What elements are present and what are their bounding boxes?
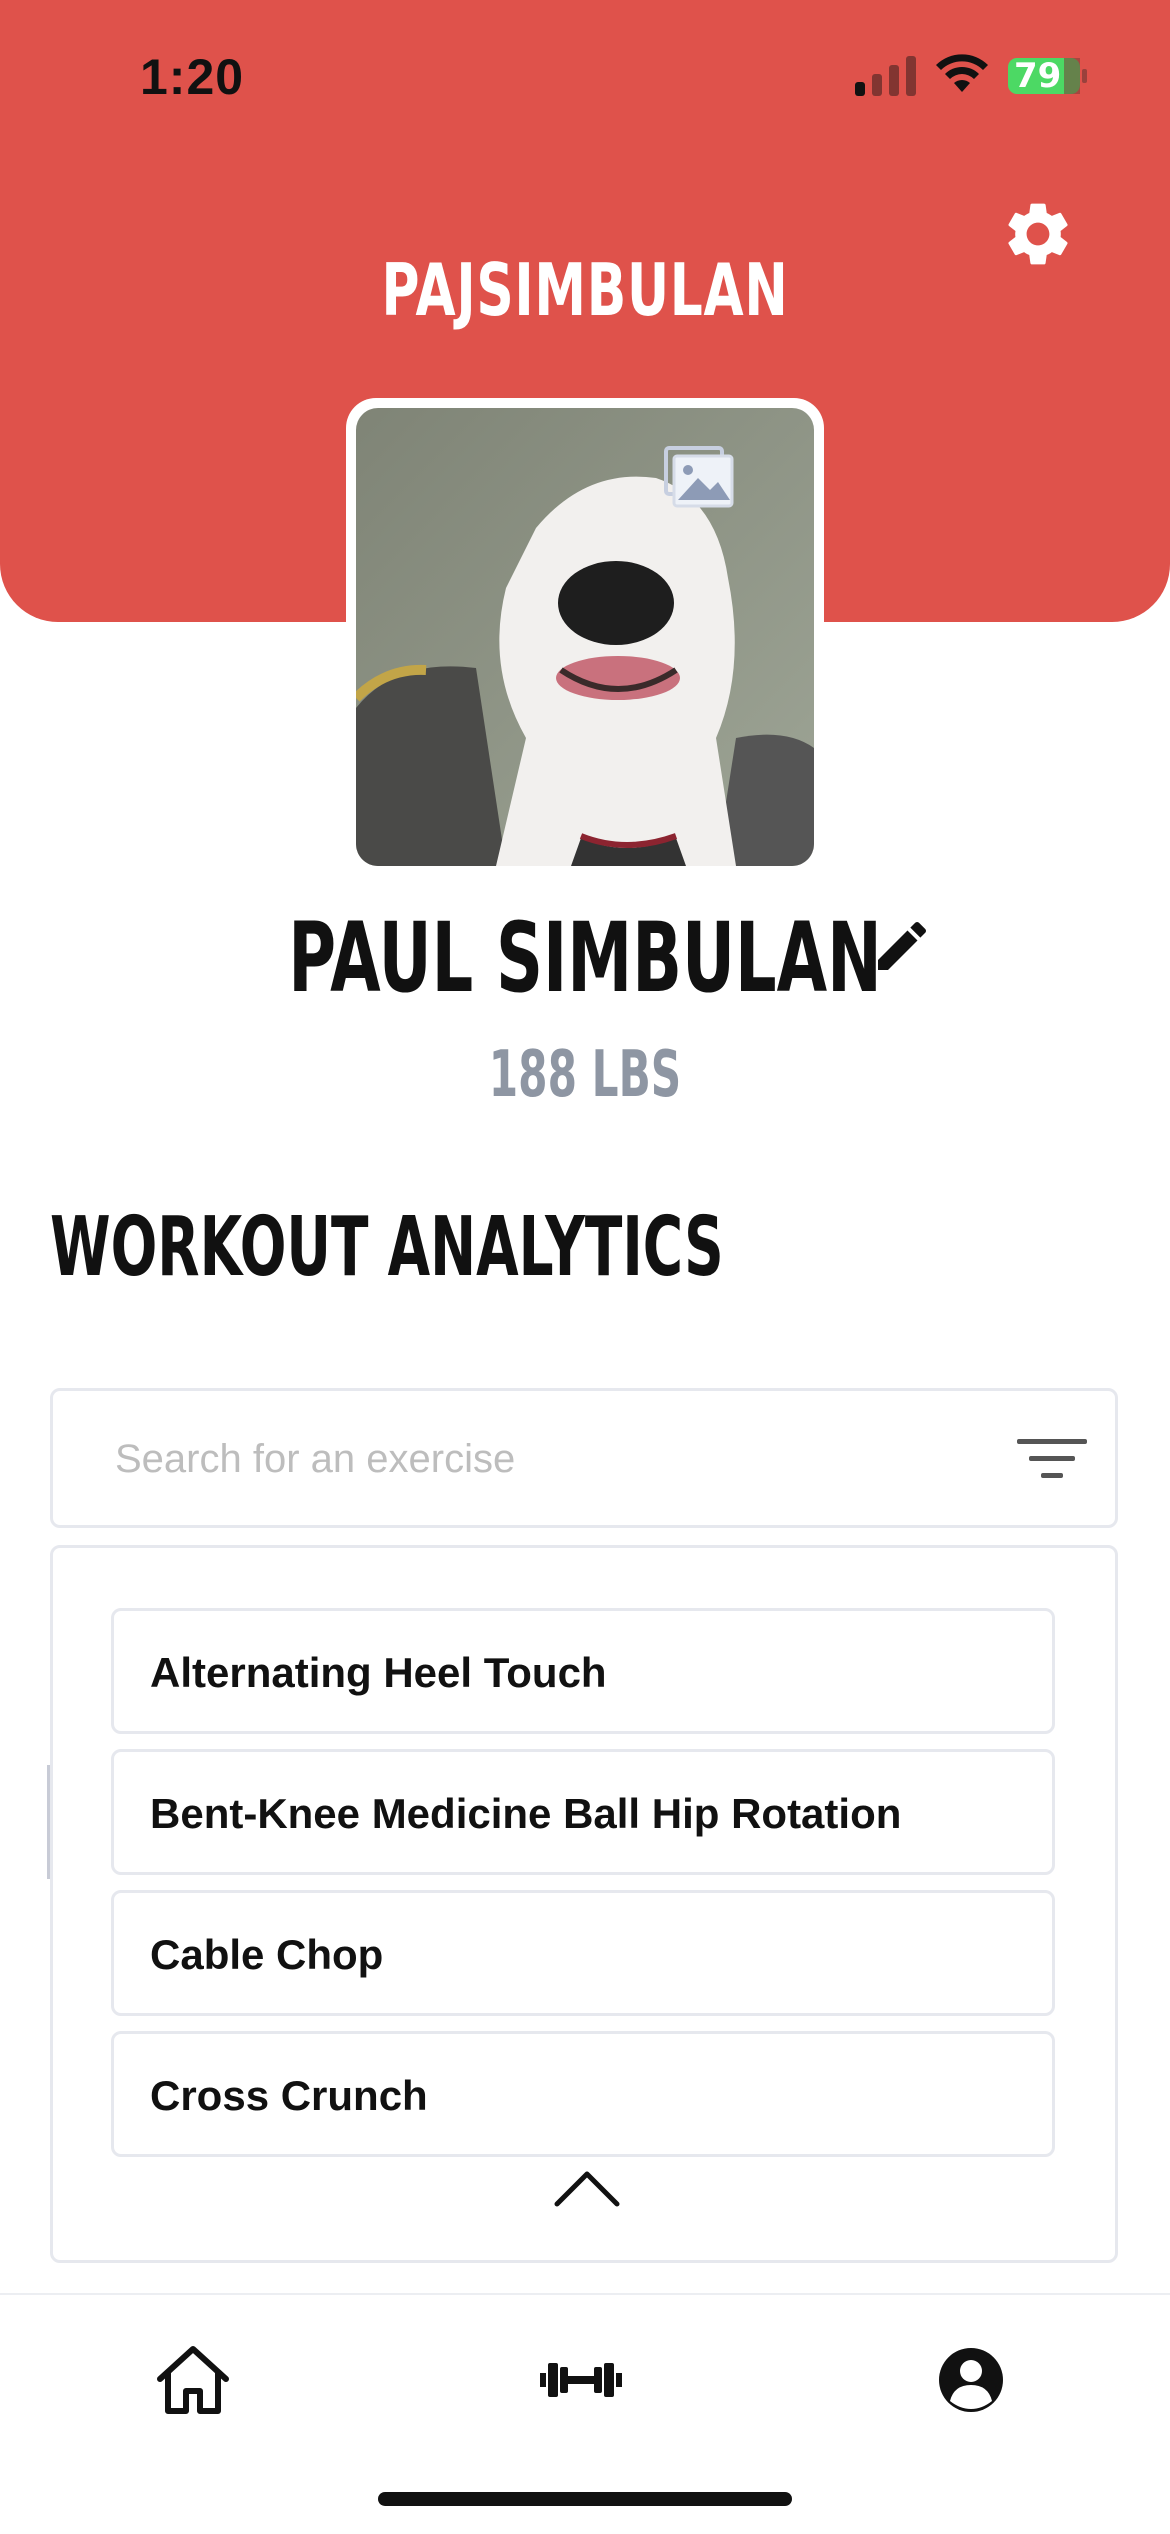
exercise-label: Bent-Knee Medicine Ball Hip Rotation	[150, 1790, 902, 1837]
exercise-label: Cross Crunch	[150, 2072, 428, 2119]
list-item[interactable]: Cross Crunch	[111, 2031, 1055, 2157]
wifi-icon	[936, 54, 988, 92]
list-item[interactable]: Bent-Knee Medicine Ball Hip Rotation	[111, 1749, 1055, 1875]
image-icon[interactable]	[664, 446, 734, 508]
gear-icon[interactable]	[1000, 196, 1076, 272]
list-item[interactable]: Alternating Heel Touch	[111, 1608, 1055, 1734]
cellular-signal-icon	[855, 56, 916, 96]
chevron-up-icon[interactable]	[553, 2166, 621, 2210]
search-box	[50, 1388, 1118, 1528]
battery-level: 79	[1014, 56, 1062, 96]
home-icon[interactable]	[148, 2335, 238, 2425]
pencil-icon[interactable]	[870, 914, 934, 978]
username-title: PAJSIMBULAN	[381, 248, 789, 332]
user-icon[interactable]	[926, 2335, 1016, 2425]
list-item[interactable]: Cable Chop	[111, 1890, 1055, 2016]
exercise-label: Cable Chop	[150, 1931, 384, 1978]
filter-icon[interactable]	[1017, 1437, 1087, 1481]
section-title: WORKOUT ANALYTICS	[50, 1200, 724, 1295]
avatar[interactable]	[356, 408, 814, 866]
home-indicator	[378, 2492, 792, 2506]
exercise-list: Alternating Heel Touch Bent-Knee Medicin…	[111, 1608, 1061, 2164]
exercise-label: Alternating Heel Touch	[150, 1649, 607, 1696]
full-name: PAUL SIMBULAN	[288, 902, 882, 1014]
exercise-list-panel: Alternating Heel Touch Bent-Knee Medicin…	[50, 1545, 1118, 2263]
status-time: 1:20	[140, 49, 245, 105]
search-input[interactable]	[113, 1391, 1017, 1527]
dumbbell-icon[interactable]	[536, 2335, 626, 2425]
weight-label: 188 LBS	[488, 1038, 682, 1112]
